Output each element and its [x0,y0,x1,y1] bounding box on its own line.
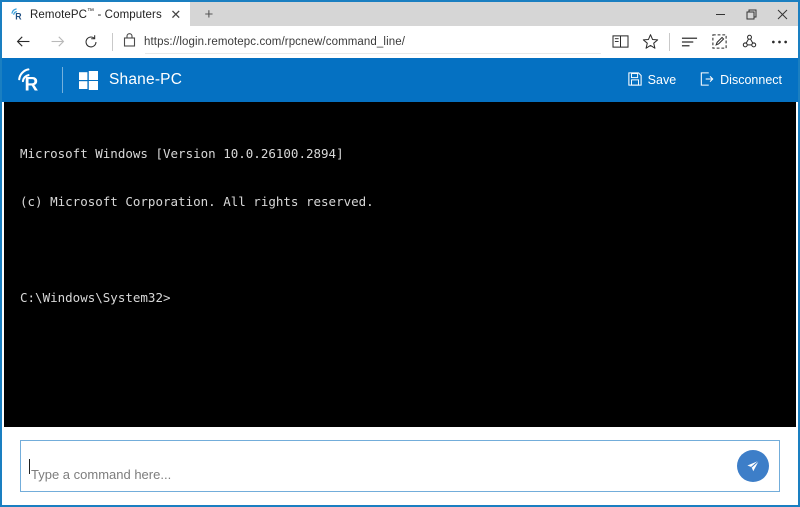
terminal-prompt-line: C:\Windows\System32> [20,290,796,306]
remotepc-favicon-icon: R [10,7,24,21]
command-bar [2,427,798,505]
svg-text:R: R [15,11,22,21]
terminal-blank-line [20,242,796,258]
command-input[interactable] [31,450,731,498]
paper-plane-icon [744,457,762,475]
terminal-output[interactable]: Microsoft Windows [Version 10.0.26100.28… [4,102,796,427]
tab-close-icon[interactable]: ✕ [168,6,184,22]
reading-view-icon[interactable] [605,27,635,57]
browser-window: R RemotePC™ - Computers ✕ + [0,0,800,507]
address-url-text: https://login.remotepc.com/rpcnew/comman… [144,36,405,48]
terminal-line: Microsoft Windows [Version 10.0.26100.28… [20,146,796,162]
text-caret [29,459,30,474]
address-bar[interactable]: https://login.remotepc.com/rpcnew/comman… [117,28,605,56]
browser-toolbar: https://login.remotepc.com/rpcnew/comman… [2,26,798,58]
send-command-button[interactable] [737,450,769,482]
machine-name-label: Shane-PC [109,71,182,89]
lock-icon [123,32,136,52]
svg-text:R: R [25,75,39,95]
back-arrow-icon[interactable] [6,27,40,57]
close-icon[interactable] [767,2,798,26]
save-floppy-icon [628,72,642,89]
hub-icon[interactable] [674,27,704,57]
share-icon[interactable] [734,27,764,57]
toolbar-divider-2 [669,33,670,51]
terminal-container: Microsoft Windows [Version 10.0.26100.28… [2,102,798,427]
header-divider [62,67,63,93]
windows-logo-icon [79,71,98,90]
web-note-icon[interactable] [704,27,734,57]
settings-ellipsis-icon[interactable] [764,27,794,57]
remotepc-logo-icon[interactable]: R [16,66,44,94]
favorites-star-icon[interactable] [635,27,665,57]
address-bar-underline [145,53,601,54]
tab-title: RemotePC™ - Computers [30,8,162,21]
tab-strip: R RemotePC™ - Computers ✕ + [2,2,798,26]
disconnect-button[interactable]: Disconnect [700,72,782,89]
terminal-line: (c) Microsoft Corporation. All rights re… [20,194,796,210]
command-input-box[interactable] [20,440,780,492]
minimize-icon[interactable] [705,2,736,26]
toolbar-divider [112,33,113,51]
refresh-icon[interactable] [74,27,108,57]
disconnect-label: Disconnect [720,73,782,87]
app-header: R Shane-PC Save [2,58,798,102]
restore-icon[interactable] [736,2,767,26]
save-button[interactable]: Save [628,72,677,89]
browser-tab-remotepc[interactable]: R RemotePC™ - Computers ✕ [2,2,190,26]
forward-arrow-icon [40,27,74,57]
disconnect-exit-icon [700,72,714,89]
save-label: Save [648,73,677,87]
new-tab-button[interactable]: + [190,2,228,26]
window-controls [705,2,798,26]
